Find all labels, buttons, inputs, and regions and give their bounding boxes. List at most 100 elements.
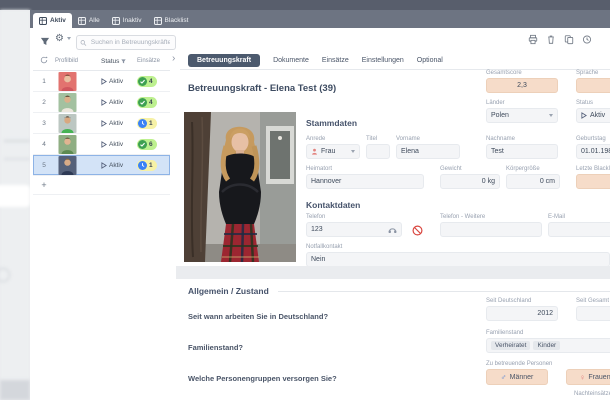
row-number: 4 xyxy=(42,140,46,148)
table-row[interactable]: 4 Aktiv 6 xyxy=(33,134,170,155)
record-actions xyxy=(528,34,592,45)
familienstand-field[interactable]: Verheiratet Kinder xyxy=(486,338,610,353)
koerpergroesse-field[interactable]: 0 cm xyxy=(506,174,560,189)
refresh-column-header[interactable] xyxy=(33,56,55,66)
gesamtscore-field[interactable]: 2,3 xyxy=(486,78,558,93)
status-cell: Aktiv xyxy=(101,141,137,148)
chevron-down-icon xyxy=(351,150,355,153)
field-label: Körpergröße xyxy=(506,166,540,172)
table-row[interactable]: 1 Aktiv 4 xyxy=(33,71,170,92)
question-familienstand: Familienstand? xyxy=(188,343,244,352)
status-cell: Aktiv xyxy=(101,162,137,169)
caregiver-table: Profilbild Status Einsätze 1 Aktiv 4 2 A… xyxy=(33,52,171,400)
view-tabbar: Aktiv Alle Inaktiv Blacklist xyxy=(30,10,610,28)
table-row[interactable]: 2 Aktiv 4 xyxy=(33,92,170,113)
laender-select[interactable]: Polen xyxy=(486,108,558,123)
settings-button[interactable]: ⚙ xyxy=(55,33,71,44)
phone-icon[interactable] xyxy=(388,225,397,234)
table-row[interactable]: 3 Aktiv 1 xyxy=(33,113,170,134)
column-filter-icon xyxy=(121,58,127,63)
status-select[interactable]: Aktiv xyxy=(576,108,610,123)
telefon-field[interactable]: 123 xyxy=(306,222,402,237)
telefon-weitere-field[interactable] xyxy=(440,222,542,237)
email-field[interactable] xyxy=(548,222,610,237)
play-icon xyxy=(101,98,107,106)
familienstand-tag[interactable]: Verheiratet xyxy=(491,341,531,350)
caregiver-photo xyxy=(184,112,296,262)
sprache-field[interactable] xyxy=(576,78,610,93)
search-input[interactable] xyxy=(88,38,172,47)
person-icon xyxy=(312,148,317,155)
copy-icon[interactable] xyxy=(564,34,574,45)
nachname-field[interactable]: Test xyxy=(486,144,558,159)
detail-tab-dokumente[interactable]: Dokumente xyxy=(273,57,309,64)
table-row-selected[interactable]: 5 Aktiv 1 xyxy=(33,155,170,176)
app-window: Aktiv Alle Inaktiv Blacklist ⚙ Suchen in… xyxy=(0,0,610,400)
field-label: Letzte Blacklist xyxy=(576,166,610,172)
detail-tab-betreuungskraft[interactable]: Betreuungskraft xyxy=(188,54,261,67)
detail-tab-einstellungen[interactable]: Einstellungen xyxy=(362,57,404,64)
titel-field[interactable] xyxy=(366,144,390,159)
notfallkontakt-field[interactable]: Nein xyxy=(306,252,610,267)
detail-tab-optional[interactable]: Optional xyxy=(417,57,443,64)
search-icon xyxy=(80,39,87,46)
trash-icon[interactable] xyxy=(546,34,556,45)
collapse-panel-chevron[interactable]: › xyxy=(172,54,175,64)
history-icon[interactable] xyxy=(582,34,592,45)
maenner-toggle-button[interactable]: ♂ Männer xyxy=(486,369,548,385)
detail-tabbar: Betreuungskraft Dokumente Einsätze Einst… xyxy=(180,52,610,70)
anrede-select[interactable]: Frau xyxy=(306,144,360,159)
row-number: 5 xyxy=(42,161,46,169)
tab-label: Inaktiv xyxy=(122,17,142,24)
search-box xyxy=(76,35,176,50)
clock-circle-icon xyxy=(138,118,147,128)
tab-blacklist[interactable]: Blacklist xyxy=(148,13,195,28)
tab-inaktiv[interactable]: Inaktiv xyxy=(106,13,148,28)
field-label: Geburtstag xyxy=(576,136,606,142)
table-icon xyxy=(111,16,120,25)
section-separator xyxy=(176,266,610,279)
browser-top-strip xyxy=(0,0,610,10)
status-cell: Aktiv xyxy=(101,99,137,106)
row-number: 2 xyxy=(42,98,46,106)
add-row[interactable]: + xyxy=(33,176,170,195)
detail-tab-einsaetze[interactable]: Einsätze xyxy=(322,57,349,64)
frauen-toggle-button[interactable]: ♀ Frauen xyxy=(566,369,610,385)
vorname-field[interactable]: Elena xyxy=(396,144,460,159)
whatsapp-blocked-icon[interactable] xyxy=(412,223,423,241)
familienstand-tag[interactable]: Kinder xyxy=(533,341,561,350)
profile-photo xyxy=(58,113,77,133)
seit-deutschland-field[interactable]: 2012 xyxy=(486,306,558,321)
question-seit-deutschland: Seit wann arbeiten Sie in Deutschland? xyxy=(188,312,329,321)
field-label: Sprache xyxy=(576,70,599,76)
field-label: Seit Gesamt xyxy=(576,298,610,304)
filter-icon xyxy=(40,37,50,45)
field-label: Notfallkontakt xyxy=(306,244,343,250)
letzte-blacklist-field[interactable] xyxy=(576,174,610,189)
status-cell: Aktiv xyxy=(101,120,137,127)
gewicht-field[interactable]: 0 kg xyxy=(440,174,500,189)
heimatort-field[interactable]: Hannover xyxy=(306,174,424,189)
field-label: Titel xyxy=(366,136,378,142)
tab-alle[interactable]: Alle xyxy=(72,13,106,28)
field-label: Seit Deutschland xyxy=(486,298,532,304)
profile-photo xyxy=(58,71,77,91)
female-icon: ♀ xyxy=(579,372,586,382)
tab-label: Blacklist xyxy=(164,17,189,24)
section-rule xyxy=(278,291,610,292)
print-icon[interactable] xyxy=(528,34,538,45)
page-title: Betreuungskraft - Elena Test (39) xyxy=(188,83,337,94)
seit-gesamt-field[interactable] xyxy=(576,306,610,321)
play-icon xyxy=(101,161,107,169)
chevron-down-icon xyxy=(66,37,71,40)
row-number: 3 xyxy=(42,119,46,127)
geburtstag-field[interactable]: 01.01.1985 xyxy=(576,144,610,159)
play-icon xyxy=(101,119,107,127)
field-label: Gesamtscore xyxy=(486,70,522,76)
filter-button[interactable] xyxy=(40,37,50,47)
tab-aktiv[interactable]: Aktiv xyxy=(33,13,72,28)
column-header-status[interactable]: Status xyxy=(101,58,137,65)
field-label-nachteinsaetze: Nachteinsätze xyxy=(574,391,610,397)
add-row-button[interactable]: + xyxy=(33,180,55,190)
table-icon xyxy=(39,16,47,25)
